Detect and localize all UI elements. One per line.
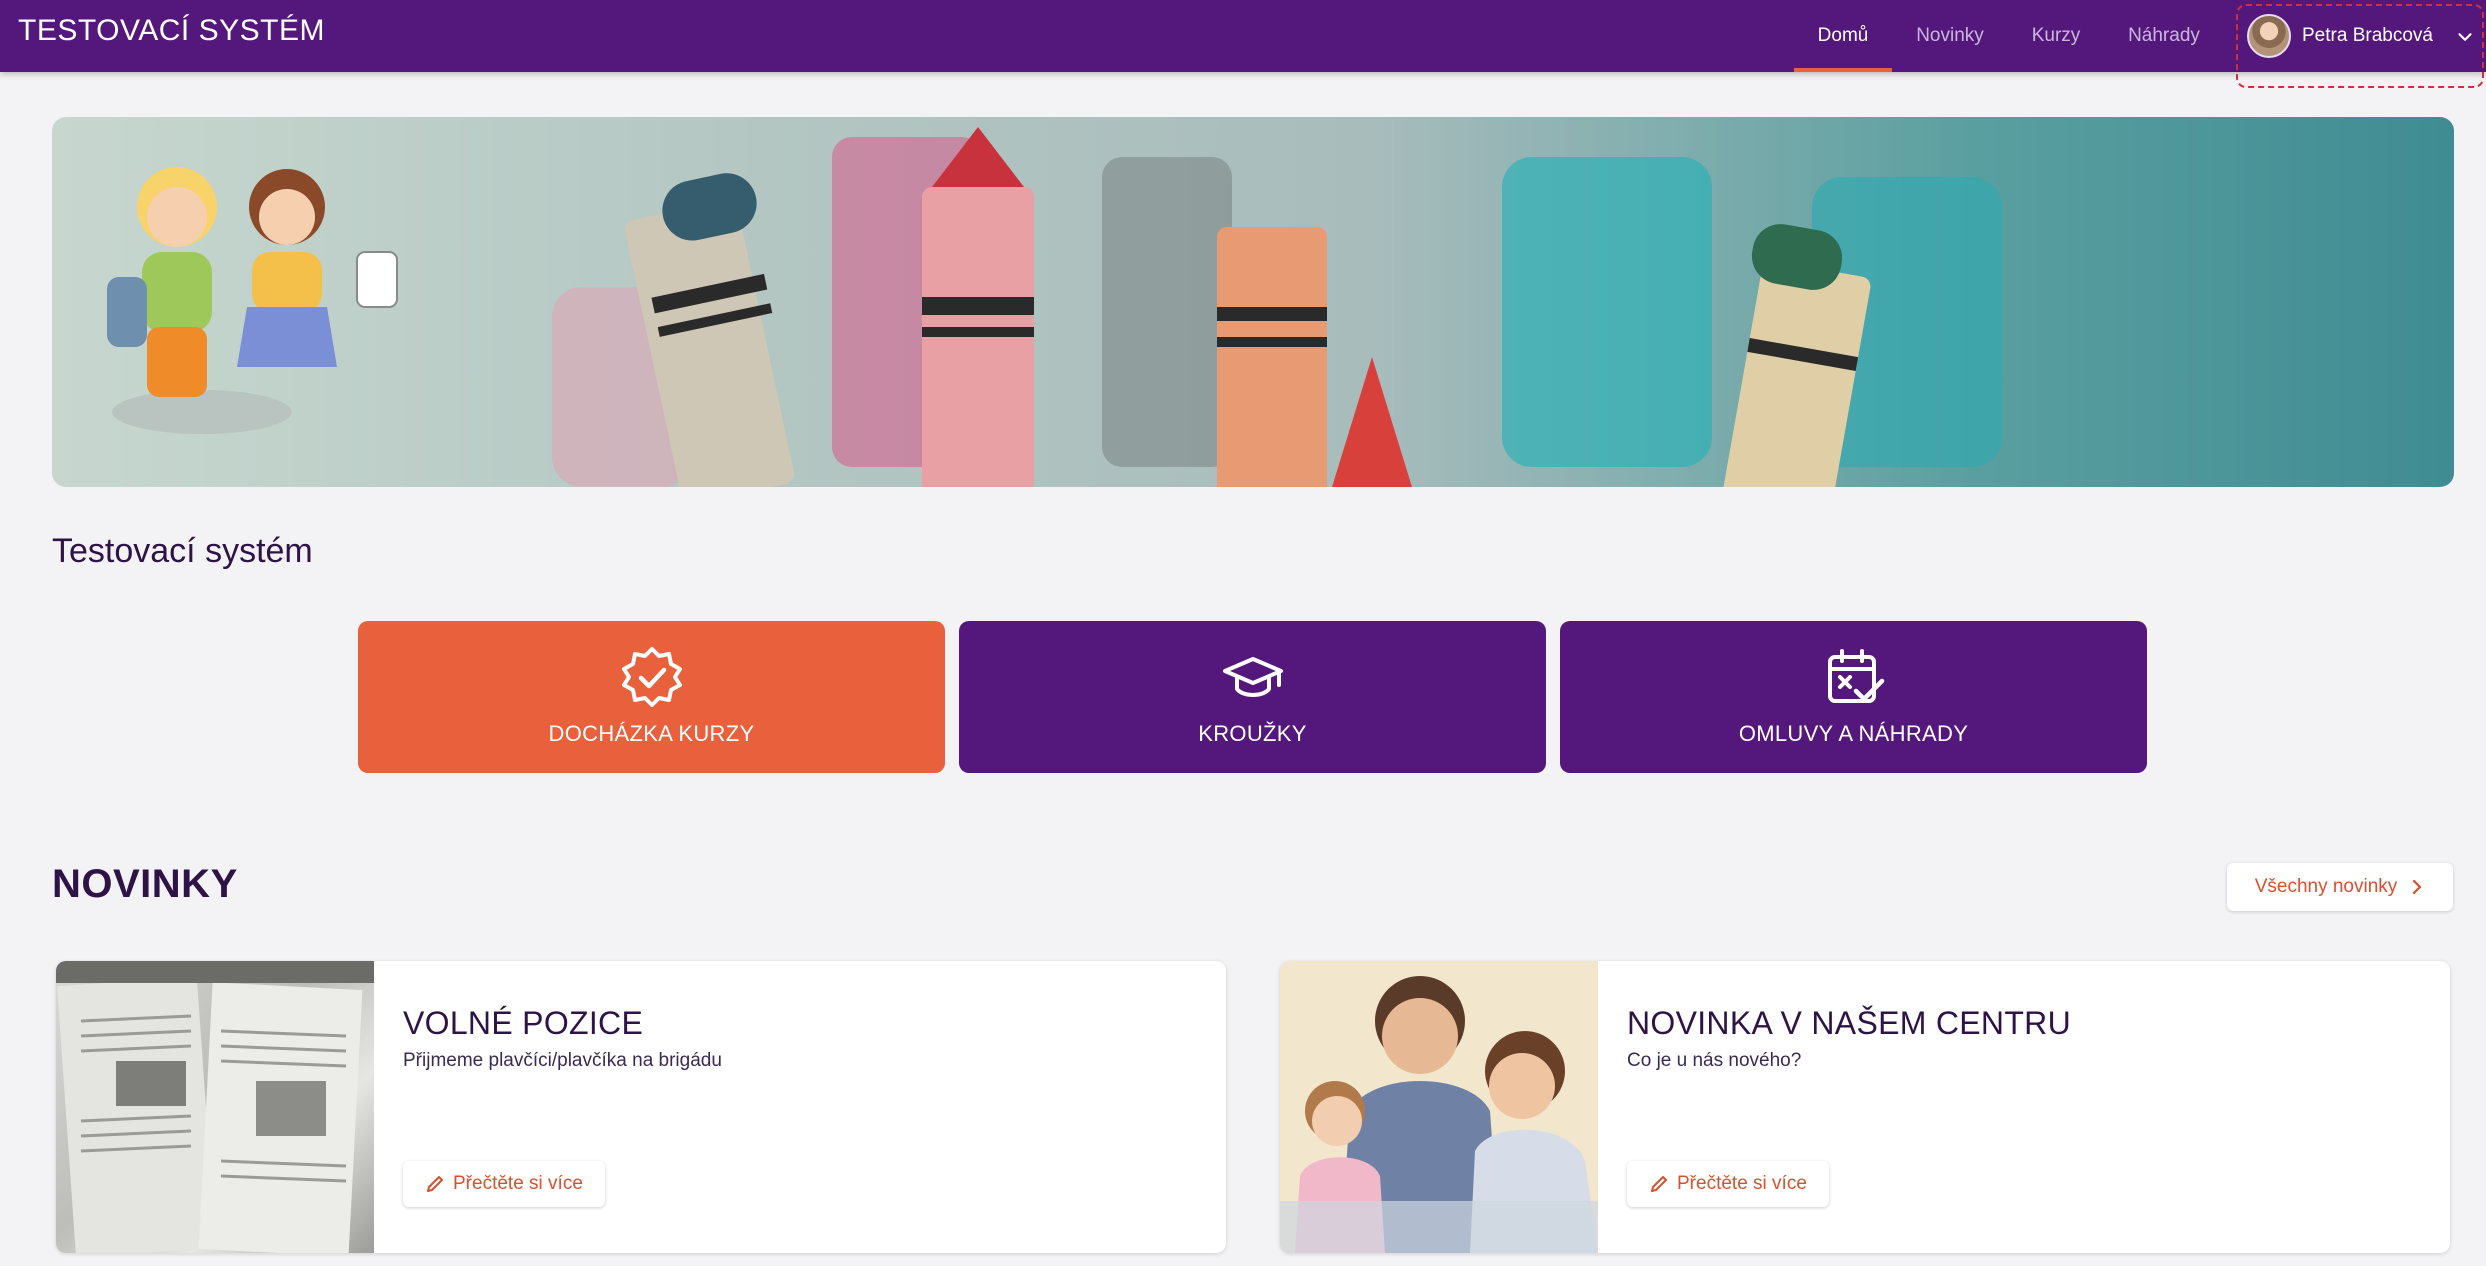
nav-item-substitutions[interactable]: Náhrady <box>2112 0 2216 72</box>
nav-item-news[interactable]: Novinky <box>1900 0 2000 72</box>
tile-label: KROUŽKY <box>1198 721 1307 746</box>
nav-item-courses[interactable]: Kurzy <box>2010 0 2102 72</box>
banner-image <box>107 127 2002 487</box>
tile-clubs[interactable]: KROUŽKY <box>959 621 1546 773</box>
news-card-image <box>1280 961 1598 1253</box>
read-more-button[interactable]: Přečtěte si více <box>1627 1161 1829 1207</box>
news-card-image <box>56 961 374 1253</box>
all-news-button[interactable]: Všechny novinky <box>2227 863 2453 911</box>
user-menu[interactable]: Petra Brabcová <box>2236 4 2484 88</box>
graduation-cap-icon <box>1222 657 1283 697</box>
news-card-title: NOVINKA V NAŠEM CENTRU <box>1627 1005 2072 1041</box>
pencil-icon <box>1651 1176 1667 1192</box>
read-more-label: Přečtěte si více <box>1677 1173 1807 1194</box>
top-bar: TESTOVACÍ SYSTÉM Domů Novinky Kurzy Náhr… <box>0 0 2486 88</box>
news-card-text: Co je u nás nového? <box>1627 1050 1802 1071</box>
pencil-icon <box>427 1176 443 1192</box>
tile-label: DOCHÁZKA KURZY <box>548 721 755 746</box>
news-section-title: NOVINKY <box>52 862 238 906</box>
read-more-label: Přečtěte si více <box>453 1173 583 1194</box>
chevron-right-icon <box>2413 879 2422 895</box>
tile-label: OMLUVY A NÁHRADY <box>1738 721 1969 746</box>
brand-title[interactable]: TESTOVACÍ SYSTÉM <box>18 14 325 48</box>
calendar-check-icon <box>1827 649 1884 703</box>
tile-excuses-substitutions[interactable]: OMLUVY A NÁHRADY <box>1560 621 2147 773</box>
badge-check-icon <box>621 647 682 707</box>
news-card-title: VOLNÉ POZICE <box>403 1005 644 1041</box>
user-name: Petra Brabcová <box>2302 25 2433 46</box>
all-news-label: Všechny novinky <box>2254 876 2398 897</box>
section-title: Testovací systém <box>52 532 313 570</box>
tile-attendance-courses[interactable]: DOCHÁZKA KURZY <box>358 621 945 773</box>
news-card: VOLNÉ POZICE Přijmeme plavčíci/plavčíka … <box>56 961 1226 1253</box>
news-card-text: Přijmeme plavčíci/plavčíka na brigádu <box>403 1050 722 1071</box>
avatar <box>2247 14 2291 58</box>
hero-banner <box>52 117 2454 487</box>
news-card: NOVINKA V NAŠEM CENTRU Co je u nás novéh… <box>1280 961 2450 1253</box>
nav-item-home[interactable]: Domů <box>1794 0 1892 72</box>
chevron-down-icon <box>2458 33 2472 41</box>
read-more-button[interactable]: Přečtěte si více <box>403 1161 605 1207</box>
